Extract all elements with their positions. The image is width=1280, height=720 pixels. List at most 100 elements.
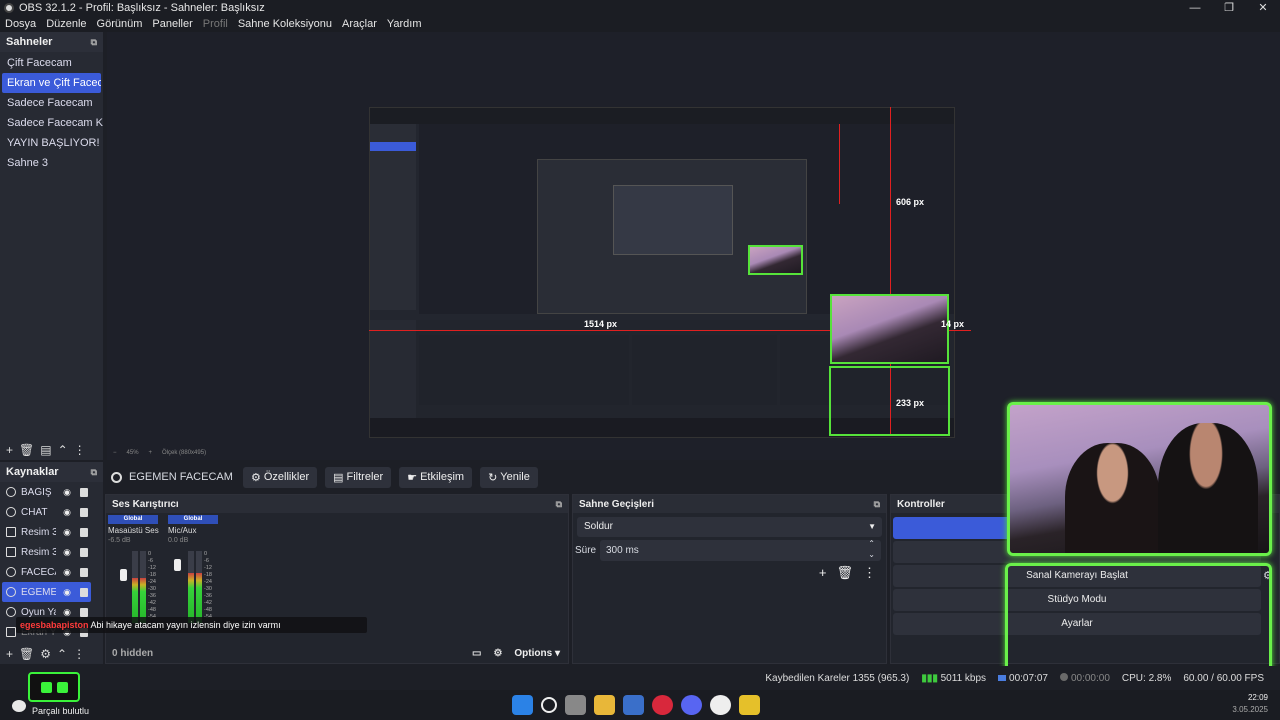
- source-item[interactable]: BAĞIŞ ◉: [0, 482, 103, 502]
- eye-icon[interactable]: ◉: [62, 588, 72, 597]
- facecam-overlay: [1007, 402, 1272, 556]
- source-label: FACECA: [21, 566, 56, 578]
- menu-duzenle[interactable]: Düzenle: [41, 18, 91, 30]
- scene-item[interactable]: YAYIN BAŞLIYOR!: [0, 133, 103, 153]
- more-icon[interactable]: ⋮: [73, 647, 85, 661]
- spinner-icon[interactable]: ⌃ ⌄: [868, 538, 875, 560]
- transitions-dock: Sahne Geçişleri ⧉ Soldur ▼ Süre 300 ms ⌃…: [572, 494, 887, 664]
- scenes-toolbar: + 🗑 ▤ ⌃ ⋮: [0, 440, 103, 460]
- properties-button[interactable]: ⚙ Özellikler: [243, 466, 318, 488]
- canvas-scale[interactable]: Ölçek (880x495): [162, 450, 206, 456]
- menu-dosya[interactable]: Dosya: [0, 18, 41, 30]
- lock-icon[interactable]: [80, 547, 88, 557]
- dock-float-icon[interactable]: ⧉: [874, 499, 880, 510]
- eye-icon[interactable]: ◉: [62, 488, 72, 497]
- chevron-down-icon: ▼: [868, 522, 876, 531]
- discord-icon[interactable]: [681, 695, 702, 715]
- source-label: Resim 3: [21, 546, 56, 558]
- filter-icon[interactable]: ▤: [40, 443, 51, 457]
- opera-icon[interactable]: [652, 695, 673, 715]
- system-tray[interactable]: 22:09 3.05.2025: [1232, 692, 1268, 716]
- scene-item[interactable]: Sadece Facecam: [0, 93, 103, 113]
- menu-profil[interactable]: Profil: [198, 18, 233, 30]
- zoom-out-icon[interactable]: −: [113, 450, 117, 456]
- lock-icon[interactable]: [80, 507, 88, 517]
- lock-icon[interactable]: [80, 527, 88, 537]
- add-icon[interactable]: +: [6, 647, 13, 661]
- menu-gorunum[interactable]: Görünüm: [92, 18, 148, 30]
- source-item[interactable]: Resim 3 ◉: [0, 522, 103, 542]
- source-item[interactable]: CHAT ◉: [0, 502, 103, 522]
- interact-button[interactable]: ☛ Etkileşim: [399, 466, 473, 488]
- more-icon[interactable]: ⋮: [74, 443, 86, 457]
- eye-icon[interactable]: ◉: [62, 508, 72, 517]
- file-explorer-icon[interactable]: [594, 695, 615, 715]
- trash-icon[interactable]: 🗑: [19, 443, 34, 457]
- menu-yardim[interactable]: Yardım: [382, 18, 427, 30]
- volume-slider[interactable]: [120, 569, 127, 581]
- zoom-level[interactable]: 45%: [127, 450, 139, 456]
- add-icon[interactable]: +: [819, 565, 827, 581]
- eye-icon[interactable]: ◉: [62, 548, 72, 557]
- kick-logo-overlay: [28, 672, 80, 702]
- selected-facecam-preview[interactable]: [830, 294, 949, 364]
- preview-canvas[interactable]: 606 px 1514 px 14 px 233 px: [107, 32, 1280, 446]
- lock-icon[interactable]: [80, 607, 88, 617]
- minimize-icon[interactable]: —: [1178, 0, 1212, 16]
- gear-icon[interactable]: ⚙: [40, 647, 51, 661]
- more-icon[interactable]: ⋮: [863, 565, 876, 581]
- mixer-settings-icon[interactable]: ⚙: [493, 648, 502, 659]
- eye-icon[interactable]: ◉: [62, 528, 72, 537]
- scene-item-active[interactable]: Ekran ve Çift Facecam: [2, 73, 101, 93]
- trash-icon[interactable]: 🗑: [19, 647, 34, 661]
- trash-icon[interactable]: 🗑: [836, 565, 853, 581]
- source-item[interactable]: Resim 3 ◉: [0, 542, 103, 562]
- dock-float-icon[interactable]: ⧉: [91, 37, 97, 48]
- scene-item[interactable]: Sahne 3: [0, 153, 103, 173]
- menu-araclar[interactable]: Araçlar: [337, 18, 382, 30]
- scene-item[interactable]: Çift Facecam: [0, 53, 103, 73]
- move-up-icon[interactable]: ⌃: [57, 647, 67, 661]
- title-bar: OBS 32.1.2 - Profil: Başlıksız - Sahnele…: [0, 0, 1280, 16]
- close-icon[interactable]: ✕: [1246, 0, 1280, 16]
- source-type-icon: [111, 471, 122, 483]
- scale-tick: 0: [148, 551, 152, 557]
- source-item[interactable]: FACECA ◉: [0, 562, 103, 582]
- transition-select[interactable]: Soldur ▼: [577, 517, 882, 537]
- filters-button[interactable]: ▤ Filtreler: [325, 466, 392, 488]
- duration-input[interactable]: 300 ms ⌃ ⌄: [600, 538, 881, 561]
- search-icon[interactable]: [541, 697, 557, 713]
- source-item-active[interactable]: EGEMEN ◉: [2, 582, 91, 602]
- task-view-icon[interactable]: [565, 695, 586, 715]
- dock-float-icon[interactable]: ⧉: [91, 467, 97, 478]
- obs-taskbar-icon[interactable]: [710, 695, 731, 715]
- start-icon[interactable]: [512, 695, 533, 715]
- volume-slider[interactable]: [174, 559, 181, 571]
- menu-sahne-koleksiyonu[interactable]: Sahne Koleksiyonu: [233, 18, 337, 30]
- nested-transitions: [632, 335, 777, 405]
- volume-meter: [188, 551, 194, 623]
- scenes-header: Sahneler ⧉: [0, 32, 103, 52]
- store-icon[interactable]: [623, 695, 644, 715]
- menu-paneller[interactable]: Paneller: [147, 18, 197, 30]
- add-icon[interactable]: +: [6, 443, 13, 457]
- channel-badge: Global: [168, 515, 218, 524]
- layout-icon[interactable]: ▭: [472, 648, 481, 659]
- lock-icon[interactable]: [80, 567, 88, 577]
- zoom-in-icon[interactable]: +: [149, 450, 153, 456]
- lock-icon[interactable]: [80, 487, 88, 497]
- volume-meter: [140, 551, 146, 623]
- eye-icon[interactable]: ◉: [62, 568, 72, 577]
- lock-icon[interactable]: [80, 587, 88, 597]
- maximize-icon[interactable]: ❐: [1212, 0, 1246, 16]
- options-button[interactable]: Options ▾: [514, 648, 560, 659]
- measure-line-top: [890, 107, 891, 294]
- dock-float-icon[interactable]: ⧉: [556, 499, 562, 510]
- refresh-button[interactable]: ↻ Yenile: [480, 466, 538, 488]
- eye-icon[interactable]: ◉: [62, 608, 72, 617]
- move-up-icon[interactable]: ⌃: [58, 443, 68, 457]
- app-icon[interactable]: [739, 695, 760, 715]
- scene-item[interactable]: Sadece Facecam Kız...: [0, 113, 103, 133]
- source-label: CHAT: [21, 506, 48, 518]
- nested-facecam: [748, 245, 803, 275]
